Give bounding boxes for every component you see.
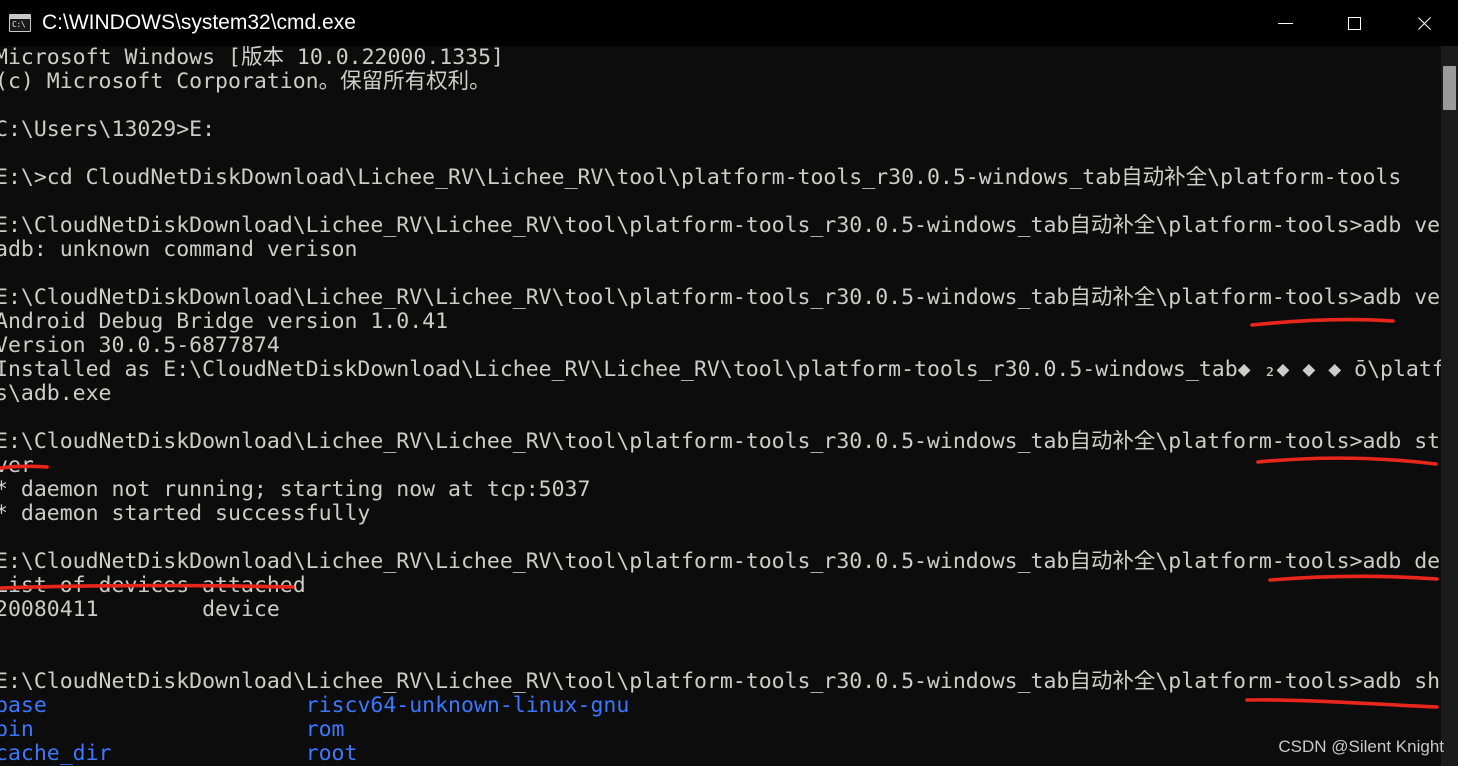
ls-output-row: cache_dir root bbox=[0, 742, 1458, 766]
terminal-line-out-installed-as: Installed as E:\CloudNetDiskDownload\Lic… bbox=[0, 358, 1458, 382]
terminal-line-banner-copyright: (c) Microsoft Corporation。保留所有权利。 bbox=[0, 70, 491, 94]
terminal-line-blank-4 bbox=[0, 262, 1458, 286]
terminal-line-out-unknown-command: adb: unknown command verison bbox=[0, 238, 358, 262]
csdn-watermark: CSDN @Silent Knight bbox=[1278, 737, 1444, 756]
cmd-icon-bar bbox=[10, 15, 30, 19]
terminal-line-out-daemon-started: * daemon started successfully bbox=[0, 502, 371, 526]
terminal-line-blank-1 bbox=[0, 94, 1458, 118]
minimize-button[interactable] bbox=[1251, 0, 1320, 46]
terminal-line-blank-2 bbox=[0, 142, 1458, 166]
terminal-line-cmd-adb-devices: E:\CloudNetDiskDownload\Lichee_RV\Lichee… bbox=[0, 550, 1458, 574]
terminal-line-banner-version: Microsoft Windows [版本 10.0.22000.1335] bbox=[0, 46, 504, 70]
maximize-button[interactable] bbox=[1320, 0, 1389, 46]
terminal-line-blank-8 bbox=[0, 646, 1458, 670]
terminal-line-blank-3 bbox=[0, 190, 1458, 214]
terminal-line-cmd-adb-verison: E:\CloudNetDiskDownload\Lichee_RV\Lichee… bbox=[0, 214, 1458, 238]
close-icon bbox=[1415, 15, 1432, 32]
terminal-line-cmd-adb-start-server: E:\CloudNetDiskDownload\Lichee_RV\Lichee… bbox=[0, 430, 1458, 454]
terminal-line-out-adb-bridge: Android Debug Bridge version 1.0.41 bbox=[0, 310, 449, 334]
terminal-line-out-installed-as-wrap: s\adb.exe bbox=[0, 382, 112, 406]
terminal-line-out-list-devices: List of devices attached bbox=[0, 574, 306, 598]
ls-entry: rom bbox=[305, 718, 345, 742]
terminal-line-cmd-drive-change: C:\Users\13029>E: bbox=[0, 118, 216, 142]
terminal-line-cmd-cd: E:\>cd CloudNetDiskDownload\Lichee_RV\Li… bbox=[0, 166, 1402, 190]
ls-output-row: base riscv64-unknown-linux-gnu bbox=[0, 694, 1458, 718]
cmd-icon-glyph: C:\ bbox=[12, 20, 26, 29]
console-output-area[interactable]: Microsoft Windows [版本 10.0.22000.1335] (c… bbox=[0, 46, 1458, 766]
terminal-line-out-daemon-not-running: * daemon not running; starting now at tc… bbox=[0, 478, 591, 502]
cmd-icon: C:\ bbox=[9, 14, 31, 32]
scrollbar-thumb[interactable] bbox=[1443, 66, 1456, 110]
maximize-icon bbox=[1348, 16, 1361, 30]
minimize-icon bbox=[1278, 22, 1293, 24]
terminal-line-blank-6 bbox=[0, 526, 1458, 550]
vertical-scrollbar[interactable] bbox=[1441, 46, 1458, 766]
terminal-line-out-adb-version: Version 30.0.5-6877874 bbox=[0, 334, 280, 358]
ls-output-row: bin rom bbox=[0, 718, 1458, 742]
window-title: C:\WINDOWS\system32\cmd.exe bbox=[42, 11, 356, 34]
ls-entry: riscv64-unknown-linux-gnu bbox=[305, 694, 630, 718]
title-bar: C:\ C:\WINDOWS\system32\cmd.exe bbox=[0, 0, 1458, 46]
terminal-line-blank-7 bbox=[0, 622, 1458, 646]
title-bar-left: C:\ C:\WINDOWS\system32\cmd.exe bbox=[0, 11, 1251, 35]
close-button[interactable] bbox=[1389, 0, 1458, 46]
terminal-line-cmd-adb-shell-ls: E:\CloudNetDiskDownload\Lichee_RV\Lichee… bbox=[0, 670, 1458, 694]
ls-entry: cache_dir bbox=[0, 742, 306, 766]
terminal-line-blank-5 bbox=[0, 406, 1458, 430]
ls-entry: base bbox=[0, 694, 306, 718]
ls-entry: root bbox=[305, 742, 358, 766]
cmd-window: C:\ C:\WINDOWS\system32\cmd.exe Microsof… bbox=[0, 0, 1458, 766]
terminal-line-out-device-row: 20080411 device bbox=[0, 598, 280, 622]
terminal-text: Microsoft Windows [版本 10.0.22000.1335] (c… bbox=[0, 46, 1458, 766]
window-controls bbox=[1251, 0, 1458, 46]
terminal-line-cmd-adb-version: E:\CloudNetDiskDownload\Lichee_RV\Lichee… bbox=[0, 286, 1458, 310]
ls-entry: bin bbox=[0, 718, 306, 742]
terminal-line-cmd-adb-start-server-wrap: ver bbox=[0, 454, 34, 478]
